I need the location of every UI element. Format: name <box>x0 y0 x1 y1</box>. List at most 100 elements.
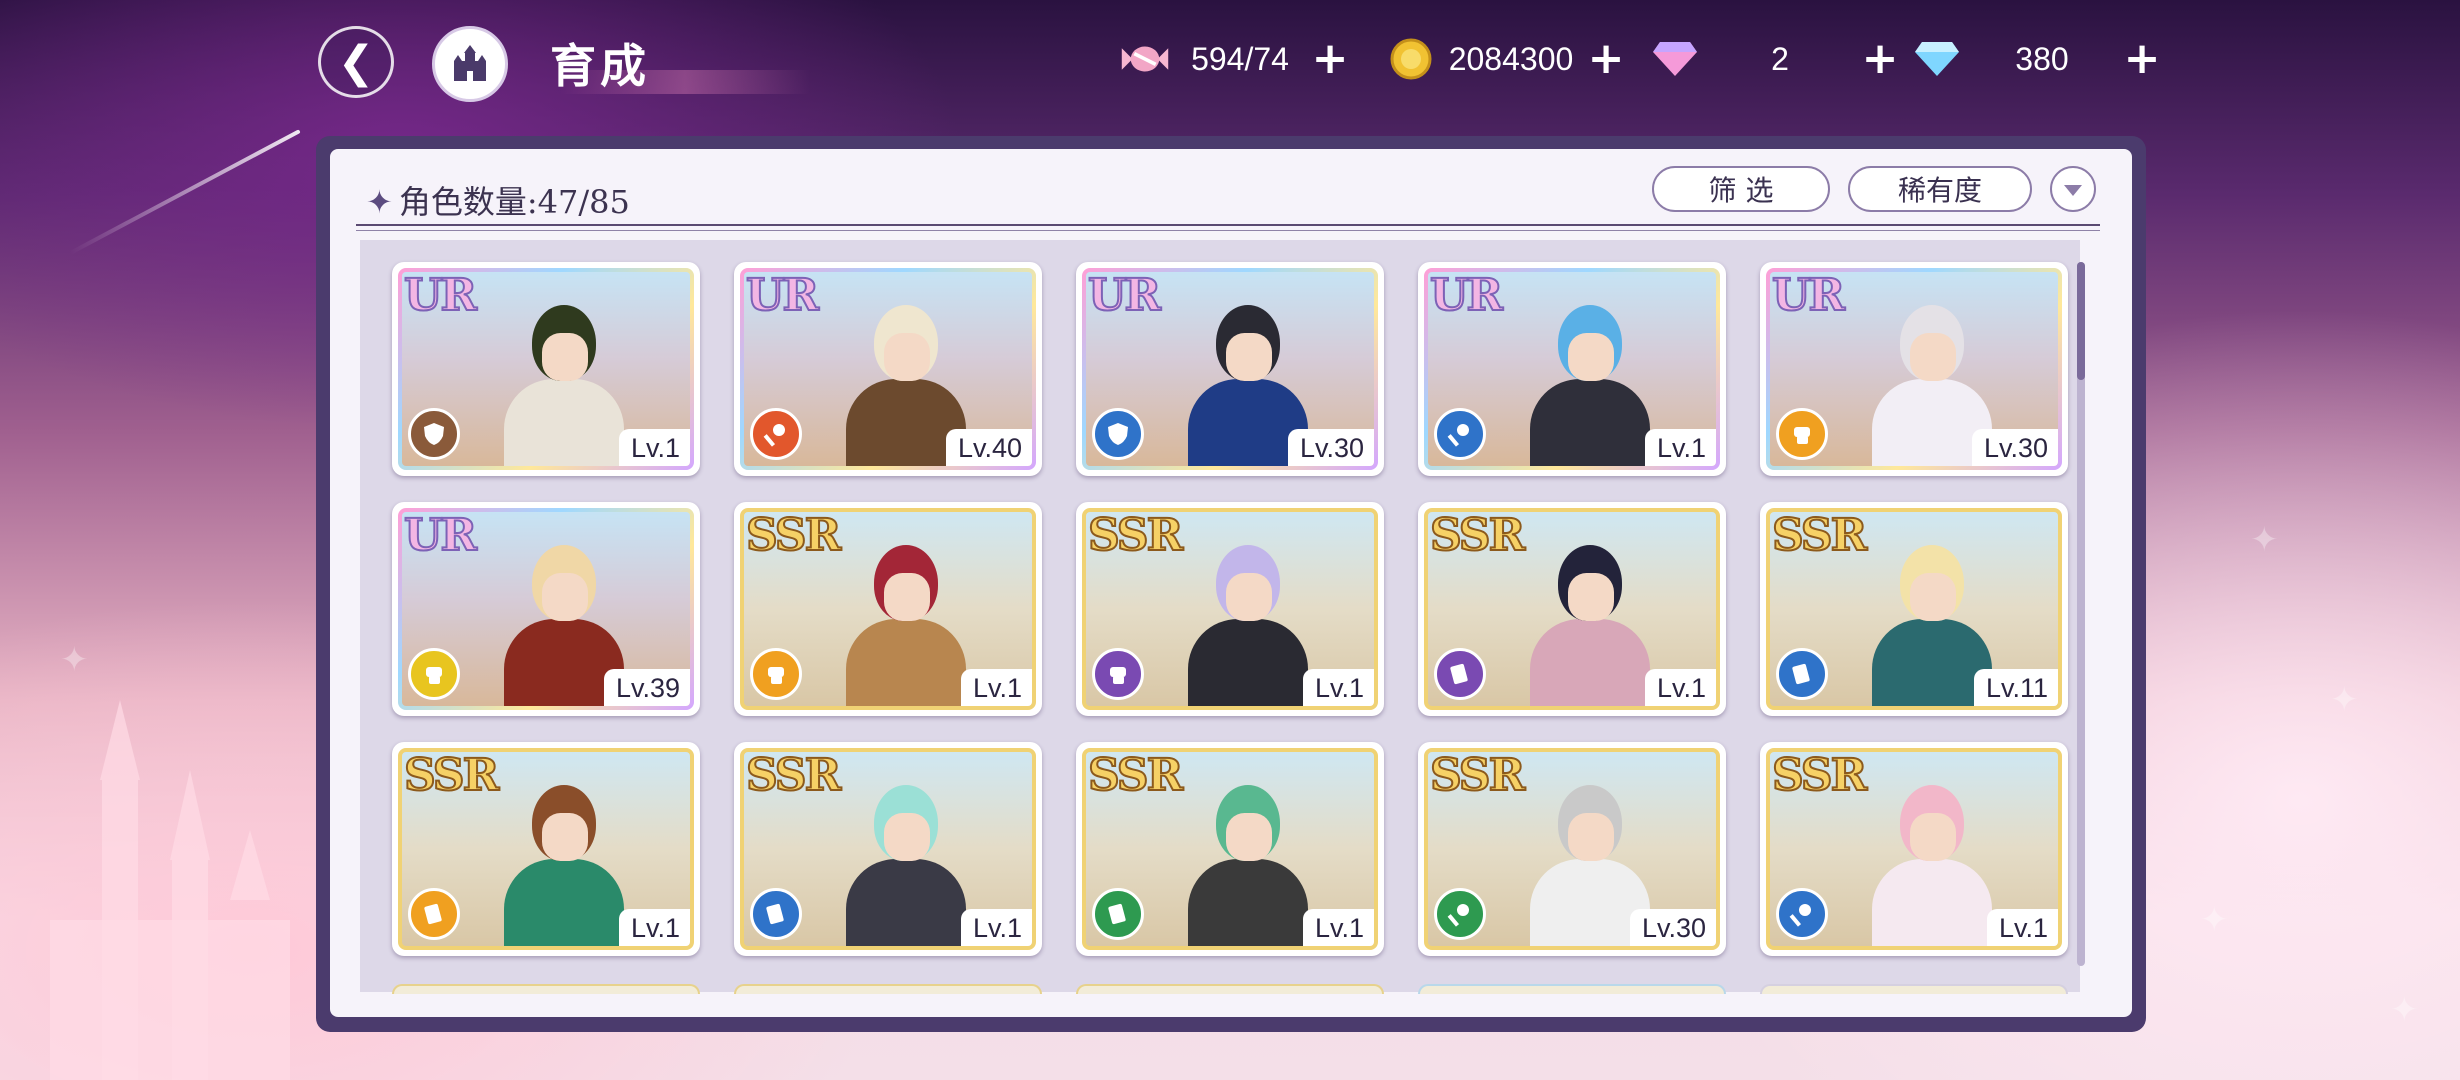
add-candy-button[interactable]: + <box>1310 37 1350 81</box>
resource-diamond: 380 + <box>1912 34 2162 84</box>
level-label: Lv.1 <box>1644 429 1716 466</box>
character-portrait: UR Lv.30 <box>1082 268 1378 470</box>
star-decoration: ✦ <box>2390 990 2419 1030</box>
rarity-badge: UR <box>1429 270 1504 322</box>
character-portrait: SSR Lv.1 <box>1766 748 2062 950</box>
character-card[interactable]: SSR Lv.30 <box>1418 742 1726 956</box>
character-card-partial[interactable] <box>1760 984 2068 994</box>
resource-pink-gem: 2 + <box>1650 34 1900 84</box>
rarity-badge: SSR <box>745 750 842 802</box>
character-figure <box>1530 291 1650 466</box>
blue-diamond-icon <box>1912 34 1962 84</box>
character-card[interactable]: UR Lv.1 <box>392 262 700 476</box>
character-portrait: SSR Lv.1 <box>740 748 1036 950</box>
level-label: Lv.1 <box>1302 669 1374 706</box>
book-icon <box>408 888 460 940</box>
level-label: Lv.39 <box>603 669 690 706</box>
character-card[interactable]: SSR Lv.1 <box>1760 742 2068 956</box>
character-card[interactable]: UR Lv.30 <box>1076 262 1384 476</box>
shield-icon <box>1092 408 1144 460</box>
castle-silhouette <box>50 700 290 1080</box>
book-icon <box>750 888 802 940</box>
character-card-partial[interactable] <box>392 984 700 994</box>
rarity-badge: UR <box>1087 270 1162 322</box>
sparkle-icon: ✦ <box>366 183 393 221</box>
character-card[interactable]: SSR Lv.1 <box>734 502 1042 716</box>
character-card[interactable]: SSR Lv.1 <box>734 742 1042 956</box>
character-card[interactable]: SSR Lv.1 <box>1076 742 1384 956</box>
resource-gold: 2084300 + <box>1386 34 1626 84</box>
filter-button[interactable]: 筛 选 <box>1652 166 1830 212</box>
count-value: 47/85 <box>537 183 630 221</box>
character-figure <box>1530 531 1650 706</box>
add-pink-gem-button[interactable]: + <box>1860 37 1900 81</box>
gold-coin-icon <box>1386 34 1436 84</box>
character-card[interactable]: UR Lv.1 <box>1418 262 1726 476</box>
level-label: Lv.1 <box>618 429 690 466</box>
character-figure <box>1872 771 1992 946</box>
character-card[interactable]: SSR Lv.11 <box>1760 502 2068 716</box>
character-card[interactable]: UR Lv.39 <box>392 502 700 716</box>
castle-home-icon <box>454 45 486 81</box>
rarity-badge: SSR <box>745 510 842 562</box>
character-card[interactable]: UR Lv.30 <box>1760 262 2068 476</box>
character-card-partial[interactable] <box>734 984 1042 994</box>
scepter-icon <box>750 408 802 460</box>
divider <box>356 224 2100 226</box>
level-label: Lv.30 <box>1287 429 1374 466</box>
book-icon <box>1092 888 1144 940</box>
level-label: Lv.1 <box>1644 669 1716 706</box>
character-figure <box>1188 531 1308 706</box>
character-figure <box>504 771 624 946</box>
level-label: Lv.1 <box>960 669 1032 706</box>
rarity-badge: SSR <box>1087 750 1184 802</box>
rarity-badge: UR <box>403 270 478 322</box>
rarity-badge: SSR <box>403 750 500 802</box>
character-card-partial[interactable] <box>1418 984 1726 994</box>
home-button[interactable] <box>432 26 508 102</box>
character-portrait: SSR Lv.30 <box>1424 748 1720 950</box>
level-label: Lv.1 <box>1302 909 1374 946</box>
fist-icon <box>408 648 460 700</box>
character-card[interactable]: UR Lv.40 <box>734 262 1042 476</box>
level-label: Lv.1 <box>618 909 690 946</box>
character-card[interactable]: SSR Lv.1 <box>1076 502 1384 716</box>
character-portrait: SSR Lv.1 <box>1082 748 1378 950</box>
character-count: ✦ 角色数量:47/85 <box>366 177 630 223</box>
character-portrait: SSR Lv.1 <box>1082 508 1378 710</box>
gold-value: 2084300 <box>1448 40 1574 77</box>
candy-value: 594/74 <box>1191 40 1289 77</box>
level-label: Lv.1 <box>960 909 1032 946</box>
divider <box>356 230 2100 231</box>
character-figure <box>1188 771 1308 946</box>
level-label: Lv.30 <box>1629 909 1716 946</box>
sort-order-toggle[interactable] <box>2050 166 2096 212</box>
rarity-badge: SSR <box>1429 750 1526 802</box>
character-card-partial[interactable] <box>1076 984 1384 994</box>
back-button[interactable]: ❮ <box>318 26 394 98</box>
rarity-badge: SSR <box>1771 750 1868 802</box>
scepter-icon <box>1434 888 1486 940</box>
pink-gem-icon <box>1650 34 1700 84</box>
page-title: 育成 <box>550 39 650 93</box>
back-arrow-icon: ❮ <box>337 36 375 88</box>
diamond-value: 380 <box>2015 40 2069 77</box>
scepter-icon <box>1434 408 1486 460</box>
scepter-icon <box>1776 888 1828 940</box>
rarity-badge: SSR <box>1429 510 1526 562</box>
character-card[interactable]: SSR Lv.1 <box>1418 502 1726 716</box>
star-decoration: ✦ <box>2330 680 2359 720</box>
book-icon <box>1434 648 1486 700</box>
count-label: 角色数量: <box>398 183 538 221</box>
scrollbar-thumb[interactable] <box>2077 262 2085 380</box>
character-card[interactable]: SSR Lv.1 <box>392 742 700 956</box>
star-decoration: ✦ <box>2200 900 2229 940</box>
rarity-badge: SSR <box>1087 510 1184 562</box>
add-diamond-button[interactable]: + <box>2122 37 2162 81</box>
add-gold-button[interactable]: + <box>1586 37 1626 81</box>
character-portrait: SSR Lv.1 <box>1424 508 1720 710</box>
level-label: Lv.30 <box>1971 429 2058 466</box>
sort-rarity-button[interactable]: 稀有度 <box>1848 166 2032 212</box>
character-portrait: UR Lv.1 <box>1424 268 1720 470</box>
character-portrait: UR Lv.40 <box>740 268 1036 470</box>
